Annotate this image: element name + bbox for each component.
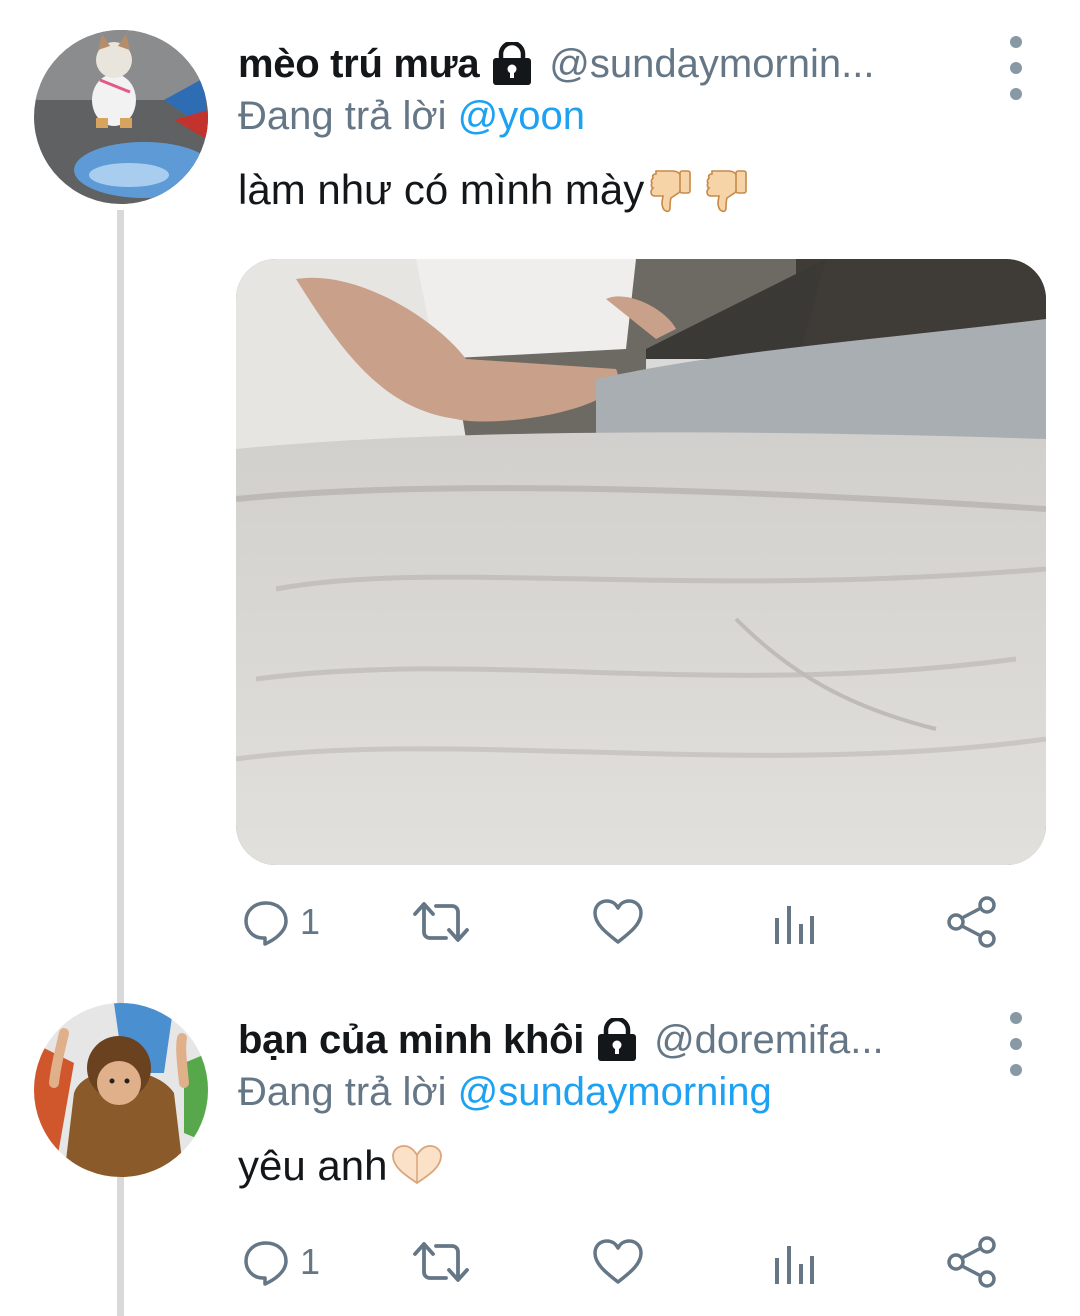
share-icon bbox=[947, 1236, 996, 1288]
thumbs-down-emoji-icon bbox=[650, 167, 692, 213]
mention-link[interactable]: @yoon bbox=[458, 94, 585, 138]
share-icon bbox=[947, 896, 996, 948]
tweet-header: bạn của minh khôi @doremifa... bbox=[238, 1010, 884, 1070]
avatar[interactable] bbox=[34, 30, 208, 204]
reply-button[interactable]: 1 bbox=[242, 892, 320, 952]
reply-count: 1 bbox=[300, 901, 321, 942]
reply-icon bbox=[244, 901, 288, 946]
mention-link[interactable]: @sundaymorning bbox=[458, 1070, 772, 1114]
tweet-actions: 1 bbox=[238, 1232, 1008, 1292]
tweet-header: mèo trú mưa @sundaymornin... bbox=[238, 34, 874, 94]
analytics-button[interactable] bbox=[772, 1232, 816, 1292]
reply-tweet-2[interactable]: bạn của minh khôi @doremifa... Đang trả … bbox=[0, 1000, 1080, 1316]
more-options-icon[interactable] bbox=[1006, 1012, 1026, 1076]
tweet-text: làm như có mình mày bbox=[238, 166, 748, 214]
heart-icon bbox=[593, 899, 643, 944]
tweet-text-content: yêu anh bbox=[238, 1142, 388, 1189]
retweet-button[interactable] bbox=[412, 1232, 470, 1292]
tweet-actions: 1 bbox=[238, 892, 1008, 952]
lock-icon bbox=[596, 1016, 638, 1062]
reply-button[interactable]: 1 bbox=[242, 1232, 320, 1292]
display-name[interactable]: bạn của minh khôi bbox=[238, 1018, 584, 1063]
retweet-icon bbox=[413, 1242, 469, 1282]
heart-hands-emoji-icon bbox=[389, 1143, 445, 1189]
avatar[interactable] bbox=[34, 1003, 208, 1177]
display-name[interactable]: mèo trú mưa bbox=[238, 42, 480, 87]
analytics-icon bbox=[775, 1246, 814, 1284]
like-button[interactable] bbox=[592, 892, 644, 952]
replying-to-line: Đang trả lời @sundaymorning bbox=[238, 1070, 772, 1115]
user-handle: @sundaymornin... bbox=[549, 41, 875, 86]
reply-count: 1 bbox=[300, 1241, 321, 1282]
analytics-button[interactable] bbox=[772, 892, 816, 952]
tweet-text: yêu anh bbox=[238, 1142, 445, 1190]
user-handle: @doremifa... bbox=[654, 1017, 884, 1062]
more-options-icon[interactable] bbox=[1006, 36, 1026, 100]
reply-tweet-1[interactable]: mèo trú mưa @sundaymornin... Đang trả lờ… bbox=[0, 0, 1080, 960]
tweet-photo[interactable] bbox=[236, 259, 1046, 865]
retweet-icon bbox=[413, 902, 469, 942]
reply-icon bbox=[244, 1241, 288, 1286]
tweet-text-content: làm như có mình mày bbox=[238, 166, 645, 213]
thumbs-down-emoji-icon bbox=[706, 167, 748, 213]
lock-icon bbox=[491, 40, 533, 86]
share-button[interactable] bbox=[946, 1232, 998, 1292]
retweet-button[interactable] bbox=[412, 892, 470, 952]
analytics-icon bbox=[775, 906, 814, 944]
replying-prefix: Đang trả lời bbox=[238, 94, 458, 138]
like-button[interactable] bbox=[592, 1232, 644, 1292]
replying-to-line: Đang trả lời @yoon bbox=[238, 94, 585, 139]
share-button[interactable] bbox=[946, 892, 998, 952]
heart-icon bbox=[593, 1239, 643, 1284]
replying-prefix: Đang trả lời bbox=[238, 1070, 458, 1114]
